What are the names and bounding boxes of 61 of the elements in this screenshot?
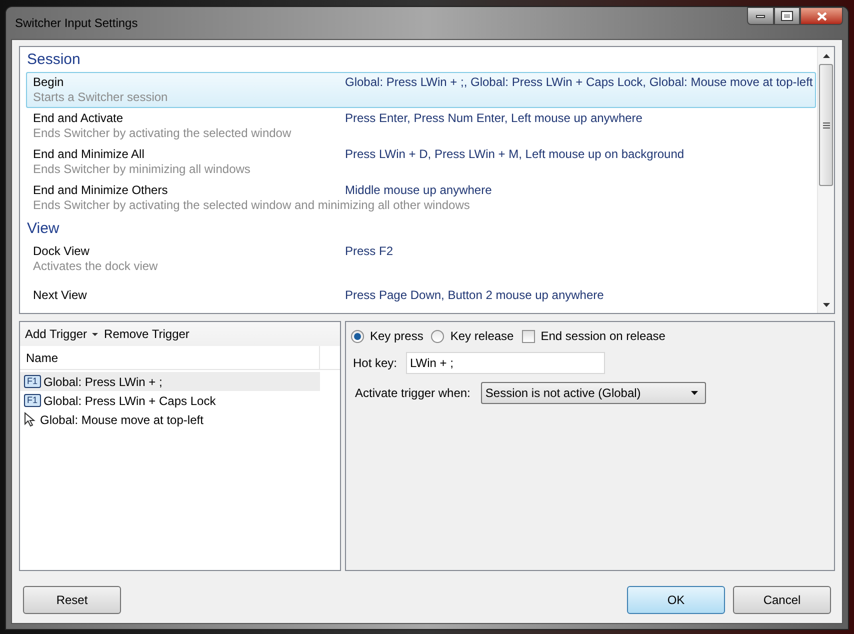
checkbox-label: End session on release: [540, 328, 666, 345]
key-icon: F1: [24, 394, 41, 407]
dialog-button[interactable]: Cancel: [733, 586, 831, 614]
command-name: Dock View: [33, 244, 90, 259]
command-row[interactable]: Next View Press Page Down, Button 2 mouse up anywhere: [26, 277, 816, 313]
command-triggers: Global: Press LWin + ;, Global: Press LWin + Caps Lock, Global: Mouse move at top-left: [345, 75, 813, 90]
add-trigger-button[interactable]: Add Trigger: [25, 325, 98, 343]
trigger-row[interactable]: F1 Global: Press LWin + ;: [20, 372, 320, 391]
section-heading: Session: [26, 50, 82, 70]
dropdown-arrow-icon: [691, 391, 698, 395]
close-button[interactable]: [800, 7, 843, 25]
command-name: Begin: [33, 75, 65, 90]
section-heading: View: [26, 219, 60, 239]
command-row[interactable]: End and Minimize All Press LWin + D, Press LWin + M, Left mouse up on background Ends Switcher by minimizing all windows: [26, 144, 816, 180]
command-row[interactable]: Begin Global: Press LWin + ;, Global: Press LWin + Caps Lock, Global: Mouse move at top-left Starts a Switcher session: [26, 72, 816, 108]
scrollbar[interactable]: [817, 47, 834, 313]
command-name: Next View: [33, 288, 88, 302]
hot-key-label: Hot key:: [353, 355, 398, 372]
caret-icon: [92, 332, 98, 336]
hot-key-field[interactable]: LWin + ;: [406, 352, 606, 374]
trigger-name: Global: Press LWin + Caps Lock: [44, 392, 216, 410]
command-triggers: Press Enter, Press Num Enter, Left mouse up anywhere: [345, 111, 642, 126]
command-description: Activates the dock view: [33, 259, 159, 274]
trigger-row[interactable]: F1 Global: Press LWin + Caps Lock: [20, 391, 320, 410]
command-row[interactable]: End and Activate Press Enter, Press Num Enter, Left mouse up anywhere Ends Switcher by activating the selected window: [26, 108, 816, 144]
activate-dropdown[interactable]: Session is not active (Global): [481, 382, 706, 404]
command-row[interactable]: Dock View Press F2 Activates the dock view: [26, 241, 816, 277]
command-triggers: Press LWin + D, Press LWin + M, Left mouse up on background: [345, 147, 684, 162]
trigger-row[interactable]: Global: Mouse move at top-left: [20, 410, 320, 429]
grip-icon: [822, 122, 830, 128]
dialog-button[interactable]: OK: [627, 586, 725, 614]
command-row[interactable]: End and Minimize Others Middle mouse up anywhere Ends Switcher by activating the selected window and minimizing all other windows: [26, 180, 816, 216]
command-name: End and Activate: [33, 111, 124, 126]
command-name: End and Minimize Others: [33, 183, 169, 198]
minimize-button[interactable]: [747, 7, 774, 25]
mouse-pointer-icon: [24, 412, 37, 427]
command-description: Starts a Switcher session: [33, 90, 169, 105]
command-description: Ends Switcher by activating the selected window: [33, 126, 292, 141]
activate-label: Activate trigger when:: [355, 385, 470, 402]
command-name: End and Minimize All: [33, 147, 146, 162]
scroll-thumb[interactable]: [819, 64, 833, 186]
trigger-name: Global: Press LWin + ;: [44, 374, 162, 390]
command-triggers: Press Page Down, Button 2 mouse up anywhere: [345, 288, 604, 302]
radio-button[interactable]: [351, 330, 364, 342]
radio-button[interactable]: [431, 330, 444, 342]
trigger-name: Global: Mouse move at top-left: [40, 412, 204, 428]
close-icon: [816, 12, 826, 20]
radio-label: Key release: [450, 328, 514, 345]
key-icon: F1: [24, 375, 41, 388]
command-triggers: Press F2: [345, 244, 394, 259]
scroll-down-icon: [822, 302, 830, 306]
dialog-button[interactable]: Reset: [23, 586, 121, 614]
maximize-button[interactable]: [774, 7, 800, 25]
scroll-up-icon: [822, 54, 830, 58]
command-description: Ends Switcher by minimizing all windows: [33, 162, 252, 177]
radio-label: Key press: [370, 328, 424, 345]
checkbox[interactable]: [522, 330, 535, 342]
window-title: Switcher Input Settings: [15, 15, 138, 32]
command-description: Ends Switcher by activating the selected window and minimizing all other windows: [33, 198, 471, 213]
command-triggers: Middle mouse up anywhere: [345, 183, 492, 198]
remove-trigger-button[interactable]: Remove Trigger: [104, 325, 190, 343]
